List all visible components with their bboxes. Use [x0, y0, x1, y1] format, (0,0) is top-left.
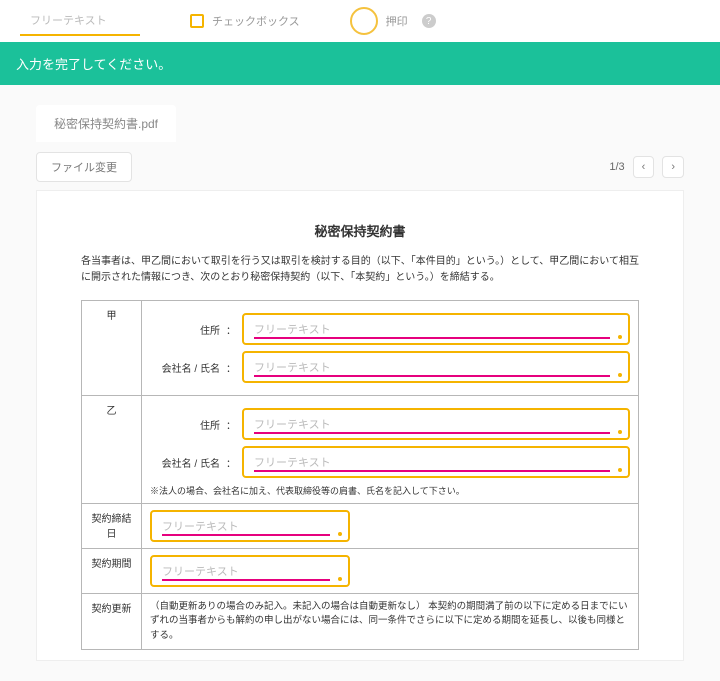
contract-date-label: 契約締結日: [82, 504, 142, 549]
company-label: 会社名 / 氏名: [150, 360, 220, 375]
next-page-button[interactable]: ›: [662, 156, 684, 178]
party-a-company-input[interactable]: フリーテキスト: [242, 351, 630, 383]
address-label: 住所: [150, 417, 220, 432]
contract-date-input[interactable]: フリーテキスト: [150, 510, 350, 542]
tool-seal[interactable]: 押印 ?: [350, 7, 436, 35]
party-a-address-input[interactable]: フリーテキスト: [242, 313, 630, 345]
party-b-address-input[interactable]: フリーテキスト: [242, 408, 630, 440]
tool-checkbox[interactable]: チェックボックス: [190, 13, 300, 29]
page-indicator: 1/3: [609, 161, 624, 173]
file-change-button[interactable]: ファイル変更: [36, 152, 132, 182]
status-banner: 入力を完了してください。: [0, 42, 720, 85]
doc-title: 秘密保持契約書: [81, 221, 639, 240]
checkbox-label: チェックボックス: [212, 13, 300, 29]
contract-period-input[interactable]: フリーテキスト: [150, 555, 350, 587]
company-label: 会社名 / 氏名: [150, 455, 220, 470]
free-text-label: フリーテキスト: [20, 6, 140, 36]
party-b-company-input[interactable]: フリーテキスト: [242, 446, 630, 478]
document-toolbar: ファイル変更 1/3 ‹ ›: [36, 152, 684, 182]
party-a-header: 甲: [82, 301, 142, 396]
doc-intro: 各当事者は、甲乙間において取引を行う又は取引を検討する目的（以下、「本件目的」と…: [81, 254, 639, 286]
seal-icon: [350, 7, 378, 35]
tool-free-text[interactable]: フリーテキスト: [20, 6, 140, 36]
contract-period-label: 契約期間: [82, 549, 142, 594]
document-page: 秘密保持契約書 各当事者は、甲乙間において取引を行う又は取引を検討する目的（以下…: [36, 190, 684, 661]
pager: 1/3 ‹ ›: [609, 156, 684, 178]
address-label: 住所: [150, 322, 220, 337]
field-toolbar: フリーテキスト チェックボックス 押印 ?: [0, 0, 720, 42]
contract-renewal-text: （自動更新ありの場合のみ記入。未記入の場合は自動更新なし） 本契約の期間満了前の…: [142, 594, 639, 650]
document-area: 秘密保持契約書.pdf ファイル変更 1/3 ‹ › 秘密保持契約書 各当事者は…: [0, 85, 720, 681]
corporation-note: ※法人の場合、会社名に加え、代表取締役等の肩書、氏名を記入して下さい。: [150, 484, 630, 497]
contract-table: 甲 住所： フリーテキスト 会社名 / 氏名： フリーテキスト 乙 住所: [81, 300, 639, 650]
prev-page-button[interactable]: ‹: [633, 156, 655, 178]
seal-label: 押印: [386, 13, 408, 29]
party-b-header: 乙: [82, 396, 142, 504]
contract-renewal-label: 契約更新: [82, 594, 142, 650]
checkbox-icon: [190, 14, 204, 28]
help-icon[interactable]: ?: [422, 14, 436, 28]
file-tab[interactable]: 秘密保持契約書.pdf: [36, 105, 176, 142]
